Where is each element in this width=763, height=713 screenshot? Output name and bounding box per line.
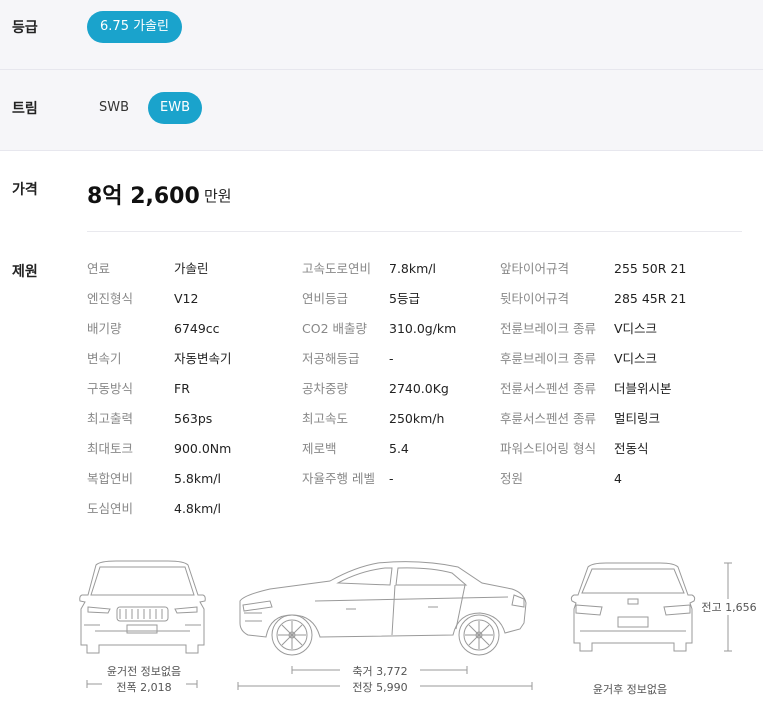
spec-value: 250km/h: [389, 411, 445, 426]
spec-key: 제로백: [302, 441, 337, 456]
spec-key: 최대토크: [87, 441, 134, 456]
spec-row-top-speed: 최고속도 250km/h: [302, 409, 492, 439]
spec-column-3: 앞타이어규격 255 50R 21 뒷타이어규격 285 45R 21 전륜브레이크…: [500, 259, 750, 499]
spec-value: V디스크: [614, 351, 658, 366]
spec-key: 후륜서스펜션 종류: [500, 411, 596, 426]
spec-row-front-tire: 앞타이어규격 255 50R 21: [500, 259, 750, 289]
spec-row-autonomy-level: 자율주행 레벨 -: [302, 469, 492, 499]
spec-key: 저공해등급: [302, 351, 360, 366]
spec-value: 5.4: [389, 441, 409, 456]
spec-row-city-efficiency: 도심연비 4.8km/l: [87, 499, 287, 529]
spec-row-combined-efficiency: 복합연비 5.8km/l: [87, 469, 287, 499]
spec-key: 구동방식: [87, 381, 134, 396]
car-rear-view-icon: [570, 562, 696, 652]
spec-value: 2740.0Kg: [389, 381, 449, 396]
spec-row-co2: CO2 배출량 310.0g/km: [302, 319, 492, 349]
spec-row-max-power: 최고출력 563ps: [87, 409, 287, 439]
spec-key: 연료: [87, 261, 111, 276]
spec-key: 전륜브레이크 종류: [500, 321, 596, 336]
spec-value: 가솔린: [174, 261, 209, 276]
spec-value: 4: [614, 471, 622, 486]
spec-row-drivetrain: 구동방식 FR: [87, 379, 287, 409]
car-side-view-icon: [239, 561, 527, 656]
spec-value: 4.8km/l: [174, 501, 221, 516]
spec-value: V12: [174, 291, 199, 306]
spec-value: 285 45R 21: [614, 291, 687, 306]
width-label: 전폭 2,018: [102, 679, 186, 695]
grade-option-675-gasoline[interactable]: 6.75 가솔린: [87, 11, 182, 43]
spec-value: 310.0g/km: [389, 321, 457, 336]
spec-key: 정원: [500, 471, 524, 486]
trim-option-swb[interactable]: SWB: [90, 92, 138, 124]
spec-row-power-steering: 파워스티어링 형식 전동식: [500, 439, 750, 469]
spec-key: CO2 배출량: [302, 321, 367, 336]
spec-key: 배기량: [87, 321, 122, 336]
spec-row-rear-brake: 후륜브레이크 종류 V디스크: [500, 349, 750, 379]
price-label: 가격: [12, 182, 38, 198]
spec-key: 앞타이어규격: [500, 261, 570, 276]
spec-row-max-torque: 최대토크 900.0Nm: [87, 439, 287, 469]
spec-row-transmission: 변속기 자동변속기: [87, 349, 287, 379]
spec-value: 더블위시본: [614, 381, 672, 396]
height-label: 전고 1,656: [700, 599, 758, 615]
spec-value: 900.0Nm: [174, 441, 232, 456]
spec-key: 파워스티어링 형식: [500, 441, 596, 456]
spec-value: 5등급: [389, 291, 420, 306]
car-front-view-icon: [79, 560, 206, 654]
spec-row-low-emission-grade: 저공해등급 -: [302, 349, 492, 379]
spec-row-front-brake: 전륜브레이크 종류 V디스크: [500, 319, 750, 349]
spec-key: 뒷타이어규격: [500, 291, 570, 306]
spec-row-rear-suspension: 후륜서스펜션 종류 멀티링크: [500, 409, 750, 439]
spec-key: 복합연비: [87, 471, 134, 486]
spec-row-highway-efficiency: 고속도로연비 7.8km/l: [302, 259, 492, 289]
spec-key: 연비등급: [302, 291, 349, 306]
spec-key: 엔진형식: [87, 291, 134, 306]
spec-value: 255 50R 21: [614, 261, 687, 276]
spec-value: 7.8km/l: [389, 261, 436, 276]
spec-column-1: 연료 가솔린 엔진형식 V12 배기량 6749cc 변속기 자동변속기 구동방식 FR …: [87, 259, 287, 529]
spec-key: 최고속도: [302, 411, 349, 426]
rear-tread-label: 윤거후 정보없음: [592, 683, 668, 696]
spec-key: 후륜브레이크 종류: [500, 351, 596, 366]
spec-row-efficiency-grade: 연비등급 5등급: [302, 289, 492, 319]
spec-row-front-suspension: 전륜서스펜션 종류 더블위시본: [500, 379, 750, 409]
spec-key: 전륜서스펜션 종류: [500, 381, 596, 396]
grade-label: 등급: [12, 20, 38, 36]
spec-value: 6749cc: [174, 321, 220, 336]
spec-value: 멀티링크: [614, 411, 661, 426]
trim-label: 트림: [12, 101, 38, 117]
wheelbase-label: 축거 3,772: [340, 663, 420, 679]
spec-row-displacement: 배기량 6749cc: [87, 319, 287, 349]
spec-row-fuel: 연료 가솔린: [87, 259, 287, 289]
trim-option-ewb[interactable]: EWB: [148, 92, 202, 124]
front-tread-label: 윤거전 정보없음: [106, 665, 182, 678]
length-label: 전장 5,990: [340, 679, 420, 695]
spec-key: 최고출력: [87, 411, 134, 426]
spec-row-rear-tire: 뒷타이어규격 285 45R 21: [500, 289, 750, 319]
spec-key: 자율주행 레벨: [302, 471, 375, 486]
spec-value: FR: [174, 381, 190, 396]
spec-value: 563ps: [174, 411, 213, 426]
spec-row-curb-weight: 공차중량 2740.0Kg: [302, 379, 492, 409]
spec-column-2: 고속도로연비 7.8km/l 연비등급 5등급 CO2 배출량 310.0g/km 저…: [302, 259, 492, 499]
spec-value: V디스크: [614, 321, 658, 336]
specs-label: 제원: [12, 264, 38, 280]
spec-value: -: [389, 351, 394, 366]
spec-value: 전동식: [614, 441, 649, 456]
spec-key: 고속도로연비: [302, 261, 372, 276]
price-value: 8억 2,600: [87, 184, 200, 209]
spec-row-zero-to-hundred: 제로백 5.4: [302, 439, 492, 469]
spec-key: 공차중량: [302, 381, 349, 396]
spec-value: -: [389, 471, 394, 486]
spec-key: 변속기: [87, 351, 122, 366]
price-unit: 만원: [204, 187, 232, 205]
section-divider: [87, 231, 742, 232]
spec-value: 5.8km/l: [174, 471, 221, 486]
spec-row-seating-capacity: 정원 4: [500, 469, 750, 499]
spec-row-engine-type: 엔진형식 V12: [87, 289, 287, 319]
spec-value: 자동변속기: [174, 351, 232, 366]
spec-key: 도심연비: [87, 501, 134, 516]
